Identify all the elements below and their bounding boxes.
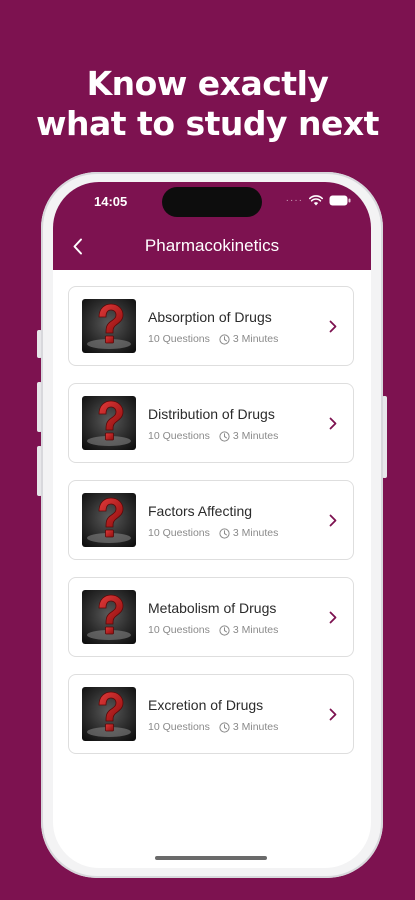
question-mark-icon [82,396,136,450]
chevron-right-icon [327,512,339,528]
clock-icon [219,430,230,442]
promo-headline: Know exactly what to study next [0,64,415,144]
duration: 3 Minutes [232,430,279,442]
chevron-right-icon [327,415,339,431]
topic-card-5[interactable]: Excretion of Drugs 10 Questions 3 Minute… [68,674,354,754]
page-title: Pharmacokinetics [144,236,280,255]
topic-card-1[interactable]: Absorption of Drugs 10 Questions 3 Minut… [68,286,354,366]
chevron-right-icon [327,706,339,722]
phone-screen: 14:05 ···· Pharmacokinetics Absorption o… [53,182,371,868]
clock-icon [219,624,230,636]
home-indicator[interactable] [155,856,267,860]
question-mark-icon [82,493,136,547]
status-icons: ···· [286,195,351,206]
question-count: 10 Questions [148,721,210,733]
topic-meta: 10 Questions 3 Minutes [148,430,278,442]
chevron-right-icon [327,609,339,625]
topic-card-3[interactable]: Factors Affecting 10 Questions 3 Minutes [68,480,354,560]
topic-list: Absorption of Drugs 10 Questions 3 Minut… [68,286,354,771]
chevron-right-icon [327,318,339,334]
battery-icon [329,195,351,206]
question-count: 10 Questions [148,333,210,345]
duration: 3 Minutes [232,333,279,345]
dynamic-island [162,187,262,217]
topic-title: Metabolism of Drugs [148,600,277,616]
clock-icon [219,527,230,539]
topic-title: Factors Affecting [148,503,253,519]
question-mark-icon [82,299,136,353]
status-time: 14:05 [94,194,128,209]
question-count: 10 Questions [148,624,210,636]
topic-meta: 10 Questions 3 Minutes [148,333,278,345]
duration: 3 Minutes [232,527,279,539]
wifi-icon [309,195,323,206]
topic-title: Distribution of Drugs [148,406,275,422]
topic-card-4[interactable]: Metabolism of Drugs 10 Questions 3 Minut… [68,577,354,657]
topic-card-2[interactable]: Distribution of Drugs 10 Questions 3 Min… [68,383,354,463]
clock-icon [219,721,230,733]
clock-icon [219,333,230,345]
app-header: 14:05 ···· Pharmacokinetics [53,182,371,270]
promo-headline-line-1: Know exactly [86,64,329,103]
topic-meta: 10 Questions 3 Minutes [148,624,278,636]
topic-meta: 10 Questions 3 Minutes [148,527,278,539]
question-mark-icon [82,590,136,644]
duration: 3 Minutes [232,624,279,636]
topic-title: Absorption of Drugs [148,309,272,325]
duration: 3 Minutes [232,721,279,733]
signal-dots-icon: ···· [285,194,303,206]
promo-headline-line-2: what to study next [36,104,379,143]
question-count: 10 Questions [148,430,210,442]
question-count: 10 Questions [148,527,210,539]
question-mark-icon [82,687,136,741]
topic-title: Excretion of Drugs [148,697,264,713]
topic-meta: 10 Questions 3 Minutes [148,721,278,733]
